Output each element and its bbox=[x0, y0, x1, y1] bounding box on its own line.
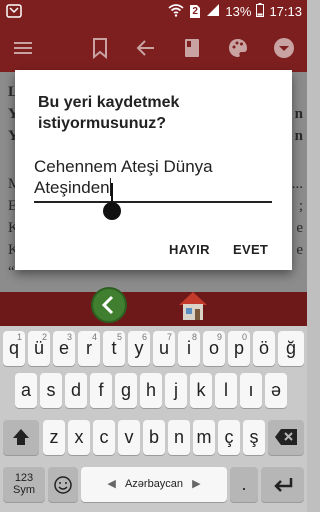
key-z[interactable]: z bbox=[43, 420, 65, 455]
key-g[interactable]: g bbox=[115, 373, 137, 408]
shift-arrow-icon bbox=[13, 429, 29, 445]
save-bookmark-dialog: Bu yeri kaydetmek istiyormusunuz? Cehenn… bbox=[15, 70, 292, 270]
previous-page-button[interactable] bbox=[91, 287, 127, 323]
app-notification-icon bbox=[6, 4, 22, 18]
key-e[interactable]: e3 bbox=[53, 331, 75, 366]
enter-key[interactable] bbox=[261, 467, 304, 502]
book-icon[interactable] bbox=[180, 36, 204, 60]
bookmark-name-input[interactable]: Cehennem Ateşi Dünya Ateşinden bbox=[34, 156, 272, 198]
key-i[interactable]: i8 bbox=[178, 331, 200, 366]
period-key[interactable]: . bbox=[230, 467, 258, 502]
overflow-dropdown-icon[interactable] bbox=[272, 36, 296, 60]
app-bottom-bar bbox=[0, 292, 307, 326]
on-screen-keyboard: q1 ü2 e3 r4 t5 y6 u7 i8 o9 p0 ö ğ a s d … bbox=[0, 326, 307, 512]
status-bar: 2 13% 17:13 bbox=[0, 0, 307, 24]
backspace-icon bbox=[275, 429, 297, 445]
symbols-key-sublabel: Sym bbox=[13, 484, 35, 496]
content-fragment: e bbox=[296, 242, 303, 258]
key-v[interactable]: v bbox=[118, 420, 140, 455]
key-schwa[interactable]: ə bbox=[265, 373, 287, 408]
content-line: “ bbox=[8, 264, 15, 280]
key-o[interactable]: o9 bbox=[203, 331, 225, 366]
enter-arrow-icon bbox=[273, 478, 292, 492]
sim-label: 2 bbox=[192, 6, 198, 17]
cancel-button[interactable]: HAYIR bbox=[169, 242, 210, 257]
key-dotless-i[interactable]: ı bbox=[240, 373, 262, 408]
bookmark-icon[interactable] bbox=[88, 36, 112, 60]
key-p[interactable]: p0 bbox=[228, 331, 250, 366]
home-icon[interactable] bbox=[176, 288, 210, 322]
key-s[interactable]: s bbox=[40, 373, 62, 408]
smiley-icon bbox=[54, 476, 72, 494]
content-fragment: ; bbox=[298, 198, 303, 214]
key-y[interactable]: y6 bbox=[128, 331, 150, 366]
content-fragment: n bbox=[294, 128, 303, 144]
key-t[interactable]: t5 bbox=[103, 331, 125, 366]
space-language-label: Azərbaycan bbox=[124, 478, 184, 490]
confirm-button[interactable]: EVET bbox=[233, 242, 268, 257]
key-o-umlaut[interactable]: ö bbox=[253, 331, 275, 366]
key-u-umlaut[interactable]: ü2 bbox=[28, 331, 50, 366]
key-n[interactable]: n bbox=[168, 420, 190, 455]
content-fragment: n bbox=[294, 106, 303, 122]
cursor-handle[interactable] bbox=[103, 202, 121, 220]
key-g-breve[interactable]: ğ bbox=[278, 331, 304, 366]
content-fragment: ... bbox=[291, 176, 303, 192]
key-f[interactable]: f bbox=[90, 373, 112, 408]
backspace-key[interactable] bbox=[268, 420, 304, 455]
key-u[interactable]: u7 bbox=[153, 331, 175, 366]
content-fragment: e bbox=[296, 220, 303, 236]
key-b[interactable]: b bbox=[143, 420, 165, 455]
wifi-icon bbox=[168, 3, 184, 20]
key-m[interactable]: m bbox=[193, 420, 215, 455]
key-r[interactable]: r4 bbox=[78, 331, 100, 366]
key-c[interactable]: c bbox=[93, 420, 115, 455]
chevron-left-icon bbox=[101, 295, 114, 315]
dialog-title: Bu yeri kaydetmek istiyormusunuz? bbox=[38, 94, 180, 132]
key-j[interactable]: j bbox=[165, 373, 187, 408]
symbols-key-label: 123 bbox=[14, 472, 34, 484]
palette-icon[interactable] bbox=[226, 36, 250, 60]
signal-icon bbox=[206, 3, 220, 20]
chevron-left-icon: ◀ bbox=[107, 478, 116, 490]
key-l[interactable]: l bbox=[215, 373, 237, 408]
key-k[interactable]: k bbox=[190, 373, 212, 408]
emoji-key[interactable] bbox=[48, 467, 78, 502]
input-text-line1: Cehennem Ateşi Dünya bbox=[34, 157, 213, 176]
cursor-handle-stem bbox=[111, 183, 113, 203]
key-s-cedilla[interactable]: ş bbox=[243, 420, 265, 455]
input-underline bbox=[34, 201, 272, 203]
shift-key[interactable] bbox=[3, 420, 39, 455]
key-q[interactable]: q1 bbox=[3, 331, 25, 366]
battery-percent: 13% bbox=[225, 3, 252, 19]
key-x[interactable]: x bbox=[68, 420, 90, 455]
key-d[interactable]: d bbox=[65, 373, 87, 408]
space-key[interactable]: ◀ Azərbaycan ▶ bbox=[81, 467, 227, 502]
sim-icon: 2 bbox=[189, 4, 201, 19]
input-text-line2: Ateşinden bbox=[34, 178, 110, 197]
battery-icon bbox=[256, 3, 265, 20]
chevron-right-icon: ▶ bbox=[192, 478, 201, 490]
app-toolbar bbox=[0, 24, 307, 72]
symbols-key[interactable]: 123 Sym bbox=[3, 467, 45, 502]
key-a[interactable]: a bbox=[15, 373, 37, 408]
clock: 17:13 bbox=[269, 3, 302, 19]
menu-icon[interactable] bbox=[11, 36, 35, 60]
key-c-cedilla[interactable]: ç bbox=[218, 420, 240, 455]
back-arrow-icon[interactable] bbox=[134, 36, 158, 60]
key-h[interactable]: h bbox=[140, 373, 162, 408]
